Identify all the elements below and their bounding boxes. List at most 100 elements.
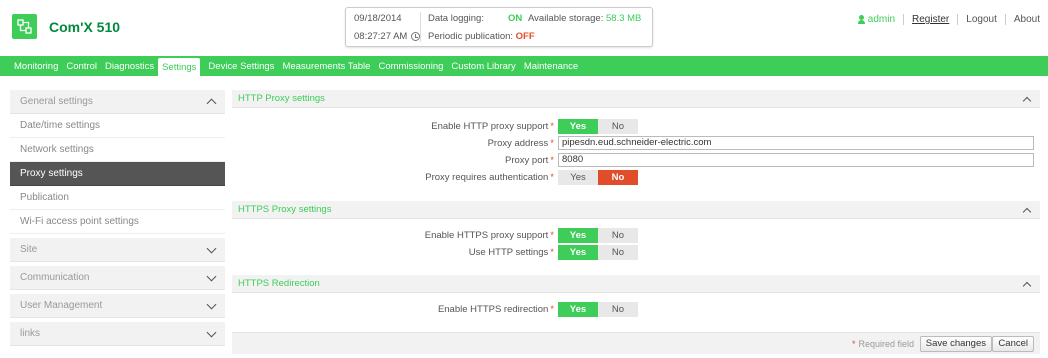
no-option[interactable]: No [598, 170, 638, 185]
periodic-publication-status: Periodic publication: OFF [428, 31, 535, 42]
status-panel: 09/18/2014 08:27:27 AM Data logging: ON … [345, 7, 653, 47]
tab-measurements-table[interactable]: Measurements Table [278, 56, 374, 76]
app-name: Com'X 510 [49, 18, 121, 35]
no-option[interactable]: No [598, 245, 638, 260]
sidebar-group-links[interactable]: links [10, 322, 225, 346]
data-logging-label: Data logging: [428, 13, 484, 24]
enable-https-proxy-toggle: Yes No [558, 228, 638, 243]
main-nav: Monitoring Control Diagnostics Settings … [0, 56, 1048, 76]
row-proxy-address: Proxy address * pipesdn.eud.schneider-ele… [232, 136, 1040, 153]
sidebar-item-proxy[interactable]: Proxy settings [10, 162, 225, 186]
chevron-up-icon [1022, 207, 1032, 216]
chevron-up-icon [1022, 96, 1032, 105]
separator [903, 14, 905, 25]
periodic-label: Periodic publication: [428, 31, 514, 42]
chevron-down-icon [206, 327, 217, 337]
status-divider [420, 12, 421, 42]
schneider-device-icon [12, 14, 37, 39]
sidebar-group-communication[interactable]: Communication [10, 266, 225, 290]
field-label: Proxy requires authentication * [425, 172, 554, 183]
section-title: HTTPS Redirection [238, 278, 320, 289]
field-label: Proxy port * [505, 155, 554, 166]
chevron-down-icon [206, 243, 217, 253]
user-icon [857, 15, 865, 24]
cancel-button[interactable]: Cancel [992, 336, 1034, 352]
sidebar-group-label: User Management [20, 300, 103, 311]
sidebar-item-wifi-ap[interactable]: Wi-Fi access point settings [10, 210, 225, 234]
sidebar-group-label: Communication [20, 272, 90, 283]
user-name: admin [867, 14, 896, 25]
separator [1004, 14, 1006, 25]
sidebar-group-label: General settings [20, 96, 93, 107]
sidebar-item-publication[interactable]: Publication [10, 186, 225, 210]
status-time-row: 08:27:27 AM [354, 31, 421, 42]
separator [957, 14, 959, 25]
form-footer: * Required field Save changes Cancel [232, 332, 1040, 354]
logo: Com'X 510 [12, 14, 120, 39]
tab-custom-library[interactable]: Custom Library [447, 56, 519, 76]
storage-status: Available storage: 58.3 MB [528, 13, 641, 24]
chevron-up-icon [1022, 281, 1032, 290]
user-links: admin Register Logout About [857, 14, 1040, 25]
sidebar-group-label: Site [20, 244, 38, 255]
chevron-down-icon [206, 299, 217, 309]
enable-http-proxy-toggle: Yes No [558, 119, 638, 134]
about-link[interactable]: About [1014, 14, 1040, 25]
use-http-settings-toggle: Yes No [558, 245, 638, 260]
storage-label: Available storage: [528, 13, 604, 24]
field-label: Use HTTP settings * [468, 247, 554, 258]
row-enable-https-proxy: Enable HTTPS proxy support * Yes No [232, 228, 1040, 245]
tab-commissioning[interactable]: Commissioning [374, 56, 447, 76]
section-https-proxy[interactable]: HTTPS Proxy settings [232, 201, 1040, 219]
storage-value: 58.3 MB [606, 13, 642, 24]
tab-device-settings[interactable]: Device Settings [204, 56, 278, 76]
sidebar-item-datetime[interactable]: Date/time settings [10, 114, 225, 138]
register-link[interactable]: Register [912, 14, 949, 25]
yes-option[interactable]: Yes [558, 302, 598, 317]
row-proxy-port: Proxy port * 8080 [232, 153, 1040, 170]
no-option[interactable]: No [598, 228, 638, 243]
sidebar-group-site[interactable]: Site [10, 238, 225, 262]
status-date: 09/18/2014 [354, 13, 402, 24]
field-label: Enable HTTPS redirection * [437, 304, 554, 315]
proxy-settings-panel: HTTP Proxy settings Enable HTTP proxy su… [232, 90, 1040, 354]
proxy-auth-toggle: Yes No [558, 170, 638, 185]
row-enable-http-proxy: Enable HTTP proxy support * Yes No [232, 119, 1040, 136]
field-label: Proxy address * [487, 138, 554, 149]
sidebar-group-user-management[interactable]: User Management [10, 294, 225, 318]
section-http-proxy[interactable]: HTTP Proxy settings [232, 90, 1040, 108]
data-logging-value: ON [508, 13, 523, 24]
row-enable-https-redirect: Enable HTTPS redirection * Yes No [232, 302, 1040, 319]
enable-https-redirect-toggle: Yes No [558, 302, 638, 317]
clock-icon[interactable] [411, 32, 421, 41]
tab-diagnostics[interactable]: Diagnostics [101, 56, 158, 76]
tab-settings[interactable]: Settings [158, 58, 201, 76]
yes-option[interactable]: Yes [558, 170, 598, 185]
save-changes-button[interactable]: Save changes [919, 336, 992, 352]
app-header: Com'X 510 09/18/2014 08:27:27 AM Data lo… [0, 0, 1048, 54]
settings-sidebar: General settings Date/time settings Netw… [10, 90, 225, 346]
chevron-down-icon [206, 271, 217, 281]
field-label: Enable HTTPS proxy support * [424, 230, 554, 241]
yes-option[interactable]: Yes [558, 245, 598, 260]
row-proxy-auth: Proxy requires authentication * Yes No [232, 170, 1040, 187]
yes-option[interactable]: Yes [558, 119, 598, 134]
sidebar-group-general-settings[interactable]: General settings [10, 90, 225, 114]
sidebar-group-label: links [20, 328, 41, 339]
section-https-redirection[interactable]: HTTPS Redirection [232, 275, 1040, 293]
sidebar-item-network[interactable]: Network settings [10, 138, 225, 162]
tab-control[interactable]: Control [62, 56, 101, 76]
proxy-address-input[interactable]: pipesdn.eud.schneider-electric.com [558, 136, 1034, 150]
no-option[interactable]: No [598, 302, 638, 317]
logout-link[interactable]: Logout [966, 14, 997, 25]
section-title: HTTP Proxy settings [238, 93, 325, 104]
status-time: 08:27:27 AM [354, 31, 408, 42]
section-title: HTTPS Proxy settings [238, 204, 332, 215]
row-use-http-settings: Use HTTP settings * Yes No [232, 245, 1040, 262]
no-option[interactable]: No [598, 119, 638, 134]
yes-option[interactable]: Yes [558, 228, 598, 243]
proxy-port-input[interactable]: 8080 [558, 153, 1034, 167]
tab-maintenance[interactable]: Maintenance [520, 56, 582, 76]
user-menu[interactable]: admin [857, 14, 896, 25]
tab-monitoring[interactable]: Monitoring [10, 56, 62, 76]
